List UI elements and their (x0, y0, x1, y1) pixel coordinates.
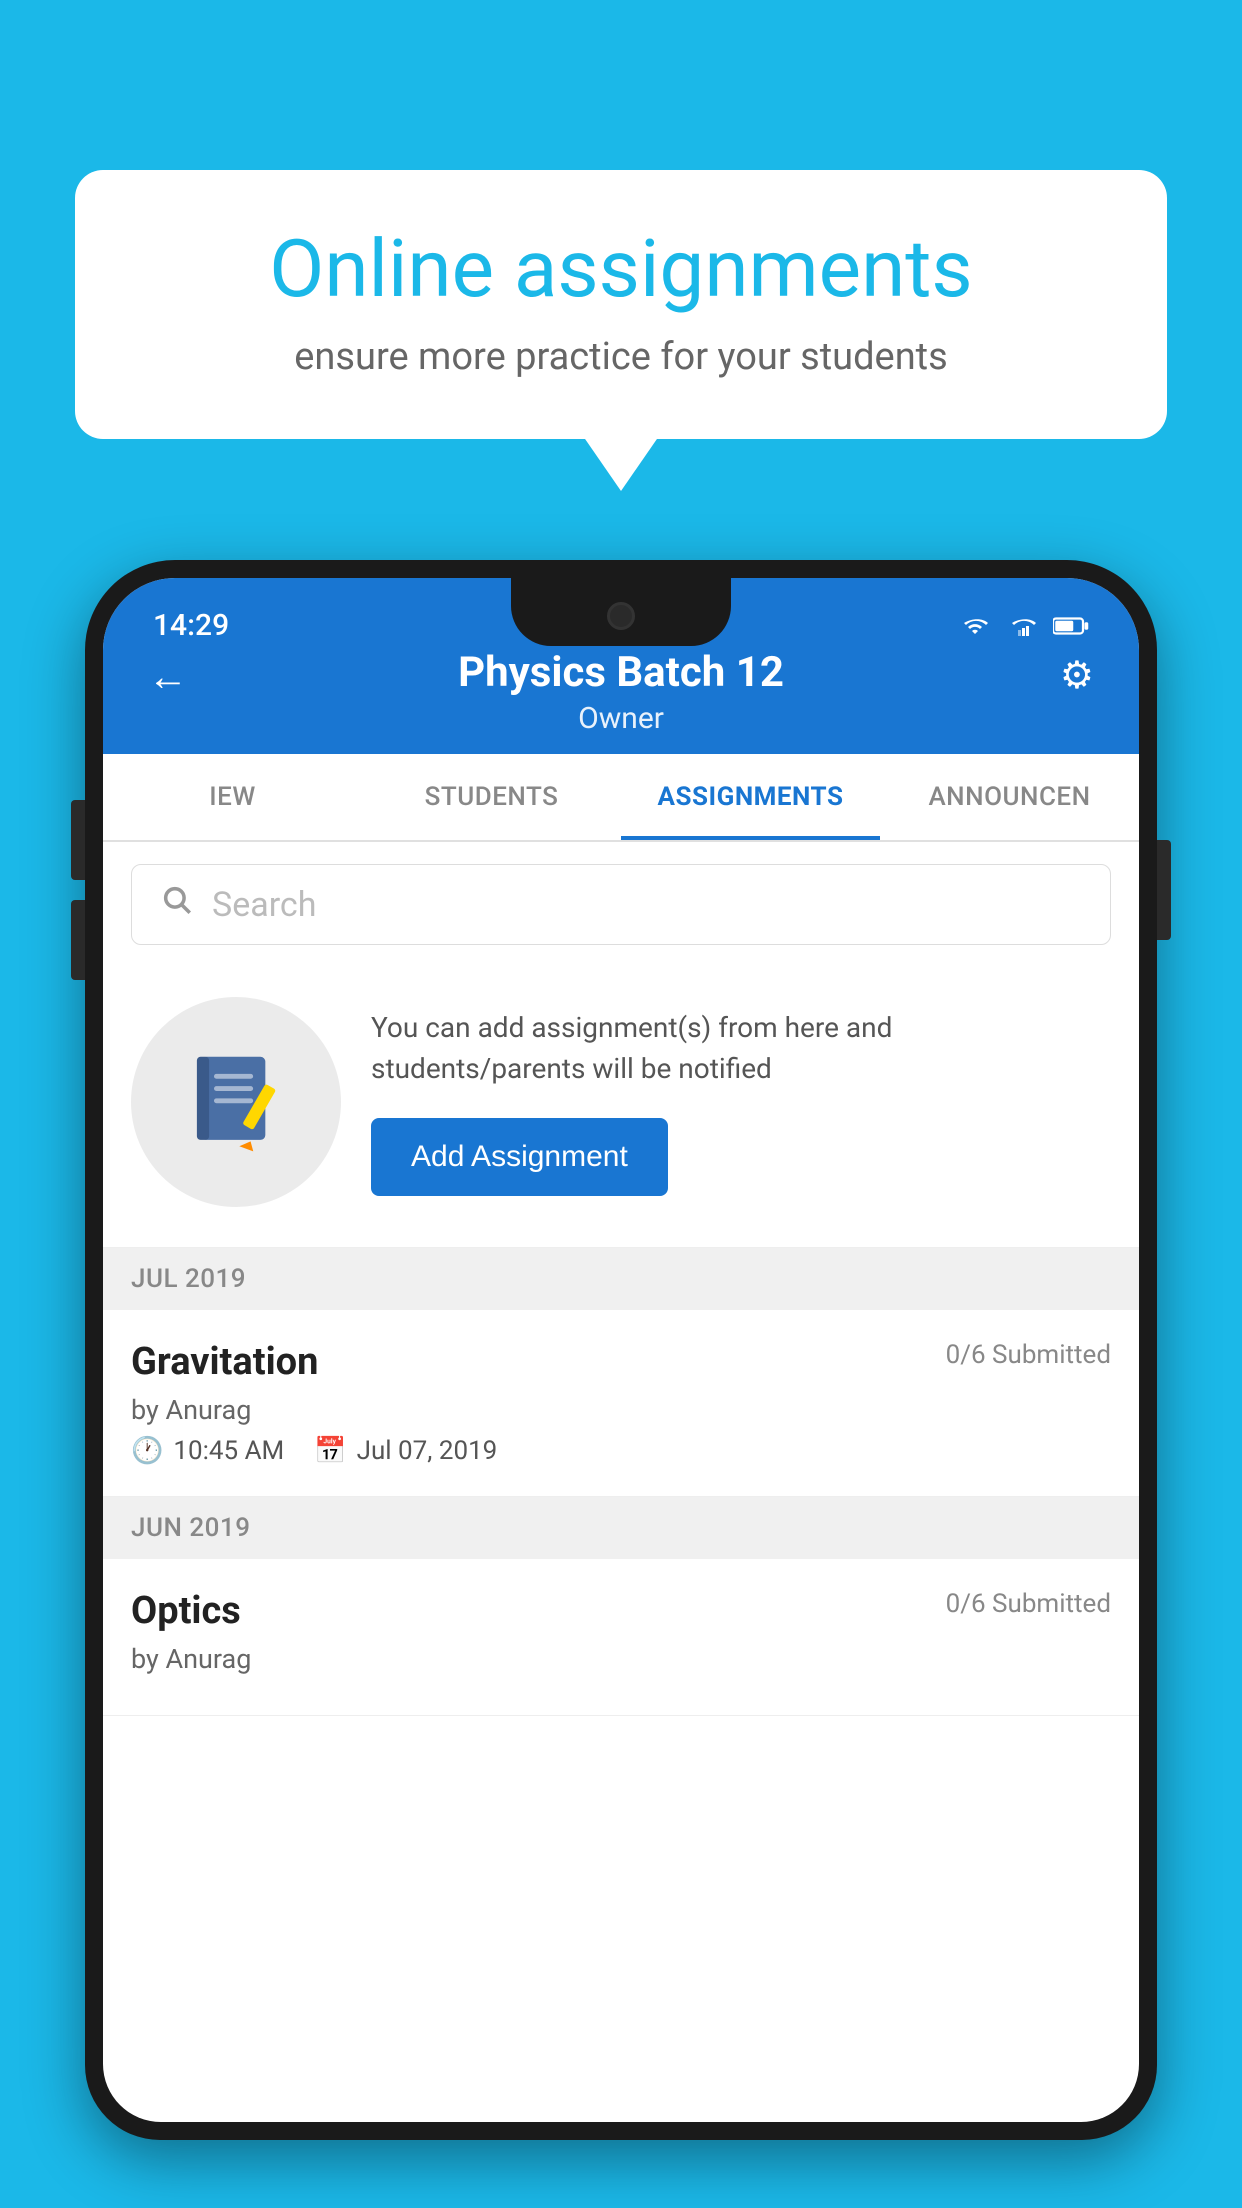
search-container: Search (103, 842, 1139, 967)
phone-screen: 14:29 (103, 578, 1139, 2122)
header-subtitle: Owner (153, 701, 1089, 736)
power-button[interactable] (1157, 840, 1171, 940)
promo-section: You can add assignment(s) from here and … (103, 967, 1139, 1248)
search-input-wrapper[interactable]: Search (131, 864, 1111, 945)
clock-icon: 🕐 (131, 1436, 163, 1466)
notebook-icon (181, 1047, 291, 1157)
assignment-time: 🕐 10:45 AM (131, 1436, 284, 1466)
optics-top-row: Optics 0/6 Submitted (131, 1589, 1111, 1633)
phone-body: 14:29 (85, 560, 1157, 2140)
tab-assignments[interactable]: ASSIGNMENTS (621, 754, 880, 840)
phone-mockup: 14:29 (85, 560, 1157, 2208)
status-icons (957, 614, 1089, 638)
wifi-icon (957, 614, 993, 638)
tab-students[interactable]: STUDENTS (362, 754, 621, 840)
assignment-meta: 🕐 10:45 AM 📅 Jul 07, 2019 (131, 1436, 1111, 1466)
search-icon (160, 883, 194, 926)
assignment-name: Gravitation (131, 1340, 318, 1384)
speech-bubble-card: Online assignments ensure more practice … (75, 170, 1167, 439)
assignment-time-value: 10:45 AM (173, 1436, 284, 1466)
back-button[interactable]: ← (148, 653, 188, 700)
calendar-icon: 📅 (314, 1436, 346, 1466)
promo-text-area: You can add assignment(s) from here and … (371, 1008, 1111, 1195)
content-area: Search (103, 842, 1139, 1716)
front-camera (607, 602, 635, 630)
signal-icon (1005, 614, 1041, 638)
speech-bubble-section: Online assignments ensure more practice … (75, 170, 1167, 439)
volume-down-button[interactable] (71, 900, 85, 980)
bubble-subtitle: ensure more practice for your students (145, 335, 1097, 379)
assignment-date: 📅 Jul 07, 2019 (314, 1436, 497, 1466)
volume-up-button[interactable] (71, 800, 85, 880)
bubble-title: Online assignments (145, 225, 1097, 313)
optics-status: 0/6 Submitted (946, 1589, 1111, 1619)
phone-notch (511, 578, 731, 646)
assignment-top-row: Gravitation 0/6 Submitted (131, 1340, 1111, 1384)
assignment-status: 0/6 Submitted (946, 1340, 1111, 1370)
assignment-author: by Anurag (131, 1394, 1111, 1426)
optics-name: Optics (131, 1589, 241, 1633)
tabs-bar: IEW STUDENTS ASSIGNMENTS ANNOUNCEN (103, 754, 1139, 842)
tab-announcements[interactable]: ANNOUNCEN (880, 754, 1139, 840)
assignment-date-value: Jul 07, 2019 (357, 1436, 498, 1466)
header-title: Physics Batch 12 (153, 648, 1089, 697)
promo-icon-circle (131, 997, 341, 1207)
battery-icon (1053, 614, 1089, 638)
search-placeholder-text: Search (212, 885, 316, 925)
section-jun-2019: JUN 2019 (103, 1497, 1139, 1559)
settings-button[interactable]: ⚙ (1060, 653, 1094, 698)
promo-description: You can add assignment(s) from here and … (371, 1008, 1111, 1089)
optics-author: by Anurag (131, 1643, 1111, 1675)
add-assignment-button[interactable]: Add Assignment (371, 1118, 668, 1196)
tab-iew[interactable]: IEW (103, 754, 362, 840)
assignment-item-optics[interactable]: Optics 0/6 Submitted by Anurag (103, 1559, 1139, 1716)
section-jul-2019: JUL 2019 (103, 1248, 1139, 1310)
assignment-item-gravitation[interactable]: Gravitation 0/6 Submitted by Anurag 🕐 10… (103, 1310, 1139, 1497)
status-time: 14:29 (153, 608, 229, 643)
